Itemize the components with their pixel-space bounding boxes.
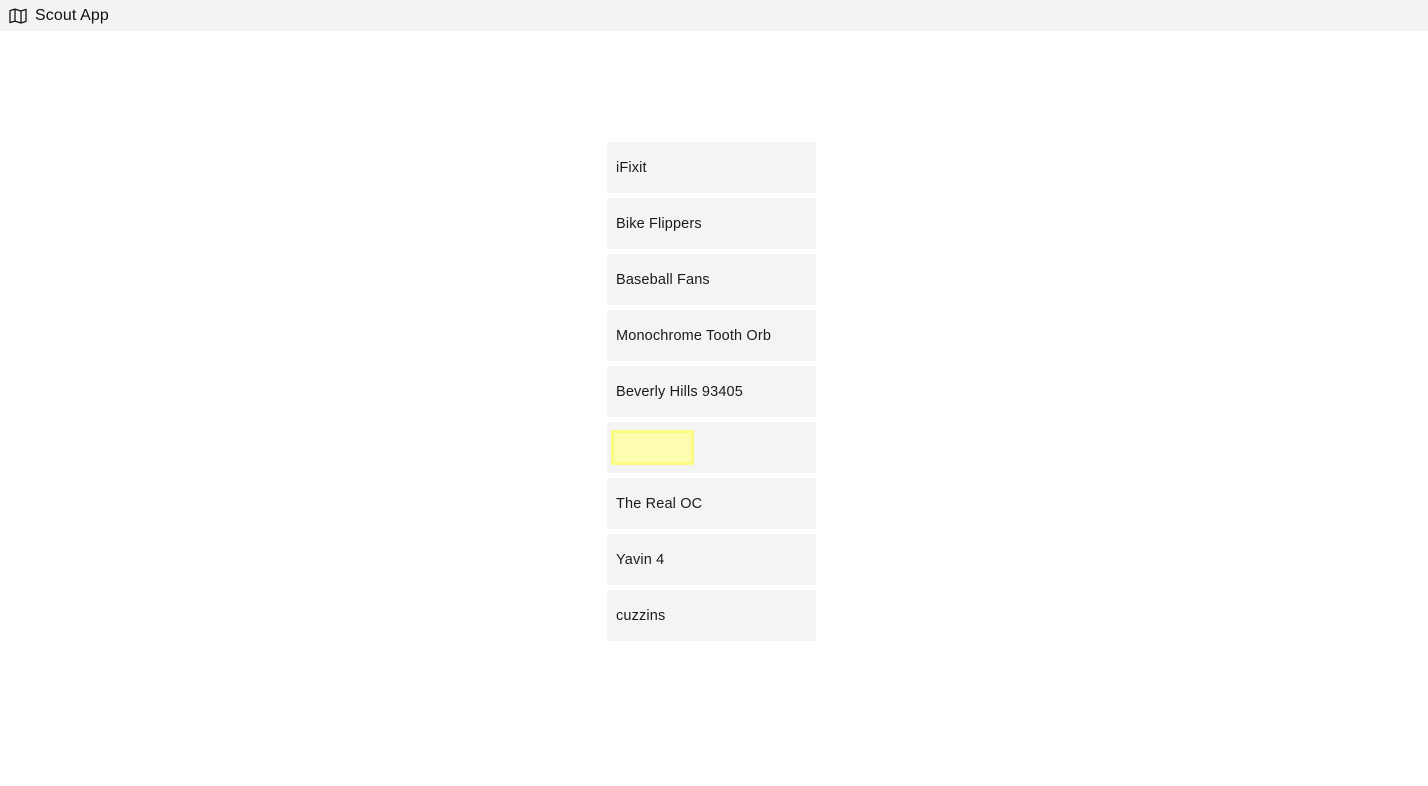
list-item-label: Baseball Fans (616, 271, 710, 288)
list-item-label: iFixit (616, 159, 647, 176)
list-item[interactable]: Baseball Fans (607, 254, 816, 305)
list-item-label: Beverly Hills 93405 (616, 383, 743, 400)
list-item[interactable]: Monochrome Tooth Orb (607, 310, 816, 361)
list-item-label: Bike Flippers (616, 215, 702, 232)
list-item-label: Yavin 4 (616, 551, 665, 568)
list-item-label: The Real OC (616, 495, 703, 512)
list-item[interactable]: Bike Flippers (607, 198, 816, 249)
highlighted-empty-field[interactable] (611, 430, 694, 465)
list-item[interactable]: The Real OC (607, 478, 816, 529)
app-bar: Scout App (0, 0, 1428, 31)
list-item[interactable]: Beverly Hills 93405 (607, 366, 816, 417)
list-item-label: Monochrome Tooth Orb (616, 327, 772, 344)
map-icon (8, 6, 28, 26)
app-title: Scout App (35, 6, 109, 24)
list-item[interactable] (607, 422, 816, 473)
list-item[interactable]: cuzzins (607, 590, 816, 641)
list-item-label: cuzzins (616, 607, 666, 624)
scout-results-list: iFixit Bike Flippers Baseball Fans Monochro… (607, 142, 816, 641)
list-item[interactable]: Yavin 4 (607, 534, 816, 585)
list-item[interactable]: iFixit (607, 142, 816, 193)
